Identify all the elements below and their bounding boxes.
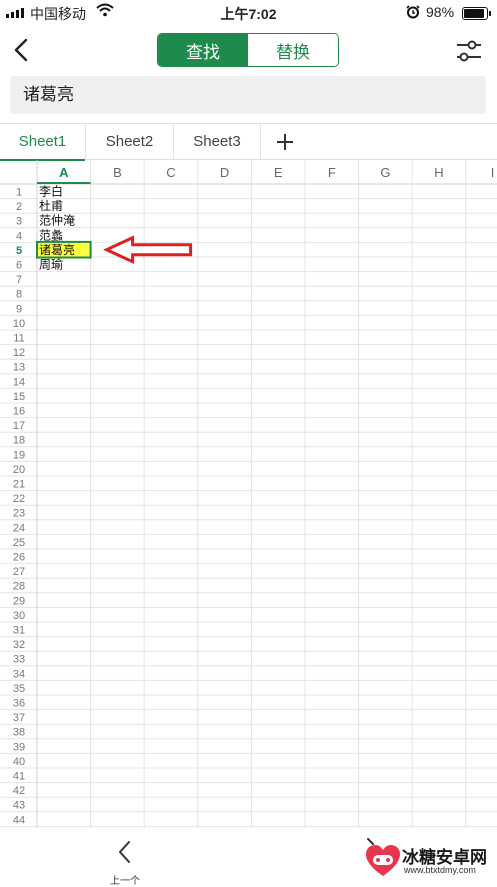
back-chevron-icon[interactable]: [8, 32, 36, 68]
row-header-5[interactable]: 5: [16, 245, 22, 257]
column-header-I[interactable]: I: [491, 165, 495, 180]
row-header-8[interactable]: 8: [16, 289, 22, 301]
row-header-44[interactable]: 44: [13, 814, 25, 826]
row-header-39[interactable]: 39: [13, 741, 25, 753]
tab-sheet2[interactable]: Sheet2: [86, 124, 174, 160]
row-header-30[interactable]: 30: [13, 610, 25, 622]
alarm-icon: [406, 5, 420, 19]
row-header-33[interactable]: 33: [13, 654, 25, 666]
status-time: 上午7:02: [220, 6, 277, 22]
row-header-37[interactable]: 37: [13, 712, 25, 724]
row-header-19[interactable]: 19: [13, 449, 25, 461]
tab-sheet1[interactable]: Sheet1: [0, 124, 86, 161]
cell-A4[interactable]: 范蠡: [39, 227, 63, 242]
row-header-28[interactable]: 28: [13, 581, 25, 593]
previous-result-label: 上一个: [110, 876, 140, 887]
column-header-C[interactable]: C: [166, 165, 175, 180]
plus-icon[interactable]: [272, 130, 298, 154]
row-header-13[interactable]: 13: [13, 362, 25, 374]
row-header-21[interactable]: 21: [13, 479, 25, 491]
column-header-A[interactable]: A: [59, 165, 69, 180]
row-header-36[interactable]: 36: [13, 698, 25, 710]
row-header-34[interactable]: 34: [13, 668, 25, 680]
column-header-E[interactable]: E: [274, 165, 283, 180]
row-header-18[interactable]: 18: [13, 435, 25, 447]
nav-bar: 查找 替换: [0, 26, 497, 74]
row-header-20[interactable]: 20: [13, 464, 25, 476]
status-bar: 中国移动 上午7:02 98%: [0, 0, 497, 26]
row-header-9[interactable]: 9: [16, 303, 22, 315]
watermark-logo-icon: [366, 845, 400, 876]
row-header-15[interactable]: 15: [13, 391, 25, 403]
previous-result-button[interactable]: 上一个: [104, 838, 146, 887]
column-header-D[interactable]: D: [220, 165, 229, 180]
row-header-43[interactable]: 43: [13, 800, 25, 812]
row-header-31[interactable]: 31: [13, 625, 25, 637]
row-header-41[interactable]: 41: [13, 771, 25, 783]
cell-A2[interactable]: 杜甫: [39, 198, 63, 213]
row-header-6[interactable]: 6: [16, 260, 22, 272]
annotation-arrow: [103, 235, 193, 265]
row-header-10[interactable]: 10: [13, 318, 25, 330]
row-header-24[interactable]: 24: [13, 522, 25, 534]
cell-A6[interactable]: 周瑜: [39, 257, 63, 272]
row-header-40[interactable]: 40: [13, 756, 25, 768]
find-replace-toggle: 查找 替换: [157, 33, 339, 67]
column-header-B[interactable]: B: [113, 165, 122, 180]
column-header-G[interactable]: G: [380, 165, 390, 180]
row-header-23[interactable]: 23: [13, 508, 25, 520]
battery-percent: 98%: [426, 4, 455, 20]
row-header-11[interactable]: 11: [13, 333, 24, 345]
row-header-32[interactable]: 32: [13, 639, 25, 651]
battery-icon: [462, 7, 491, 20]
column-header-F[interactable]: F: [328, 165, 336, 180]
row-header-42[interactable]: 42: [13, 785, 25, 797]
row-header-3[interactable]: 3: [16, 216, 22, 228]
row-header-12[interactable]: 12: [13, 347, 25, 359]
spreadsheet-grid[interactable]: A B C D E F G H I 1 2 3 4 5 6 7 8 9 10 11 12 13 14 15 16 17 18 19 20…: [0, 160, 497, 828]
sheet-tab-bar: Sheet1 Sheet2 Sheet3: [0, 123, 497, 161]
column-header-H[interactable]: H: [434, 165, 443, 180]
tab-sheet3[interactable]: Sheet3: [174, 124, 261, 160]
row-header-4[interactable]: 4: [16, 230, 22, 242]
cell-A5[interactable]: 诸葛亮: [39, 242, 75, 257]
row-header-22[interactable]: 22: [13, 493, 25, 505]
row-header-17[interactable]: 17: [13, 420, 25, 432]
cell-A1[interactable]: 李白: [39, 184, 63, 199]
row-header-26[interactable]: 26: [13, 552, 25, 564]
tab-find[interactable]: 查找: [158, 34, 248, 66]
row-header-29[interactable]: 29: [13, 595, 25, 607]
row-header-27[interactable]: 27: [13, 566, 25, 578]
watermark: 冰糖安卓网 www.btxtdmy.com: [362, 841, 494, 881]
row-header-1[interactable]: 1: [16, 187, 22, 199]
row-header-16[interactable]: 16: [13, 406, 25, 418]
settings-sliders-icon[interactable]: [452, 36, 486, 66]
tab-replace[interactable]: 替换: [248, 34, 338, 66]
chevron-left-icon: [119, 841, 130, 863]
row-header-38[interactable]: 38: [13, 727, 25, 739]
row-header-25[interactable]: 25: [13, 537, 25, 549]
row-header-7[interactable]: 7: [16, 274, 22, 286]
row-header-2[interactable]: 2: [16, 201, 22, 213]
row-header-14[interactable]: 14: [13, 376, 25, 388]
grid-canvas[interactable]: A B C D E F G H I1234567891011121314151617181920…: [0, 160, 497, 828]
search-input[interactable]: 诸葛亮: [10, 76, 486, 114]
cell-A3[interactable]: 范仲淹: [39, 214, 75, 228]
watermark-url: www.btxtdmy.com: [404, 865, 476, 875]
row-header-35[interactable]: 35: [13, 683, 25, 695]
